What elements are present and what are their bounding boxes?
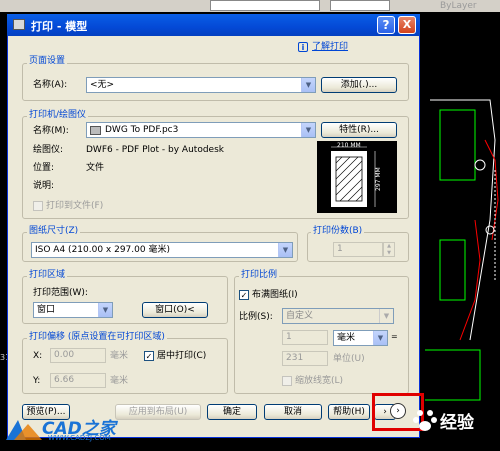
copies-spinner[interactable]: ▲ ▼	[383, 242, 395, 257]
cad-toolbar: ByLayer	[0, 0, 500, 12]
location-label: 位置:	[33, 163, 55, 173]
printer-name-label: 名称(M):	[33, 126, 69, 136]
baidu-experience: 经验	[440, 413, 474, 433]
plotter-value: DWF6 - PDF Plot - by Autodesk	[86, 145, 224, 155]
printer-label: 打印机/绘图仪	[27, 110, 89, 121]
chevron-down-icon: ▼	[379, 309, 393, 323]
offset-x-label: X:	[33, 351, 43, 361]
close-icon[interactable]: X	[398, 16, 416, 34]
page-setup-name-label: 名称(A):	[33, 80, 68, 90]
page-setup-label: 页面设置	[27, 56, 68, 67]
center-plot-checkbox[interactable]: ✓	[144, 351, 154, 361]
color-combo[interactable]	[330, 0, 390, 11]
bylayer-text: ByLayer	[440, 1, 477, 11]
baidu-paw-icon	[412, 406, 440, 434]
offset-y-input[interactable]: 6.66	[50, 373, 106, 388]
help-icon[interactable]: ?	[377, 16, 395, 34]
scale-lineweight-checkbox[interactable]	[282, 376, 292, 386]
apply-to-layout-button[interactable]: 应用到布局(U)	[115, 404, 201, 420]
paper-size-label: 图纸尺寸(Z)	[27, 226, 81, 237]
chevron-down-icon: ▼	[301, 123, 315, 137]
plot-to-file-checkbox[interactable]	[33, 201, 43, 211]
info-icon: i	[298, 42, 308, 52]
scale-value2-input[interactable]: 231	[282, 351, 328, 366]
learn-print-link[interactable]: 了解打印	[312, 41, 348, 53]
add-button[interactable]: 添加(.)...	[321, 77, 397, 93]
plot-scale-label: 打印比例	[239, 270, 280, 281]
fit-to-paper-label: 布满图纸(I)	[252, 290, 298, 300]
dialog-title: 打印 - 模型	[31, 20, 88, 33]
help-button[interactable]: 帮助(H)	[328, 404, 370, 420]
plot-area-label: 打印区域	[27, 270, 68, 281]
plot-range-label: 打印范围(W):	[33, 288, 88, 298]
title-bar[interactable]: 打印 - 模型 ? X	[7, 14, 420, 36]
scale-select[interactable]: 自定义 ▼	[282, 308, 394, 324]
plot-range-select[interactable]: 窗口 ▼	[33, 302, 113, 318]
offset-y-unit: 毫米	[110, 376, 129, 386]
plotter-label: 绘图仪:	[33, 145, 64, 155]
cad-home-logo	[4, 418, 44, 442]
scale-label: 比例(S):	[239, 312, 273, 322]
location-value: 文件	[86, 163, 105, 173]
ok-button[interactable]: 确定	[207, 404, 257, 420]
chevron-down-icon: ▼	[278, 243, 292, 257]
chevron-down-icon: ▼	[301, 78, 315, 92]
offset-y-label: Y:	[33, 376, 41, 386]
copies-label: 打印份数(B)	[311, 226, 365, 237]
more-options-icon[interactable]: ›	[390, 403, 406, 419]
plot-offset-label: 打印偏移 (原点设置在可打印区域)	[27, 332, 167, 343]
copies-input[interactable]: 1	[333, 242, 383, 257]
printer-icon	[13, 19, 25, 30]
layer-combo[interactable]	[210, 0, 320, 11]
plot-to-file-label: 打印到文件(F)	[46, 201, 104, 211]
plotter-icon	[90, 126, 101, 135]
description-label: 说明:	[33, 181, 55, 191]
offset-x-input[interactable]: 0.00	[50, 348, 106, 363]
scale-value1-input[interactable]: 1	[282, 330, 328, 345]
cancel-button[interactable]: 取消	[264, 404, 322, 420]
offset-x-unit: 毫米	[110, 351, 129, 361]
unit-select[interactable]: 毫米 ▼	[333, 330, 388, 346]
properties-button[interactable]: 特性(R)...	[321, 122, 397, 138]
chevron-down-icon: ▼	[373, 331, 387, 345]
cad-drawing	[425, 99, 499, 401]
preview-height-label: 297 MM	[375, 167, 382, 191]
fit-to-paper-checkbox[interactable]: ✓	[239, 290, 249, 300]
preview-width-label: 210 MM	[337, 142, 361, 149]
scale-lineweight-label: 缩放线宽(L)	[295, 376, 344, 386]
window-button[interactable]: 窗口(O)<	[142, 302, 208, 318]
unit-label: 单位(U)	[333, 354, 365, 364]
paper-preview: 210 MM 297 MM	[317, 141, 397, 213]
site-url: WWW.CADZJ.COM	[48, 434, 111, 442]
center-plot-label: 居中打印(C)	[157, 351, 207, 361]
printer-name-select[interactable]: DWG To PDF.pc3 ▼	[86, 122, 316, 138]
chevron-down-icon: ▼	[98, 303, 112, 317]
equals-sign: =	[391, 332, 398, 341]
paper-size-select[interactable]: ISO A4 (210.00 x 297.00 毫米) ▼	[31, 242, 293, 258]
page-setup-name-select[interactable]: <无> ▼	[86, 77, 316, 93]
